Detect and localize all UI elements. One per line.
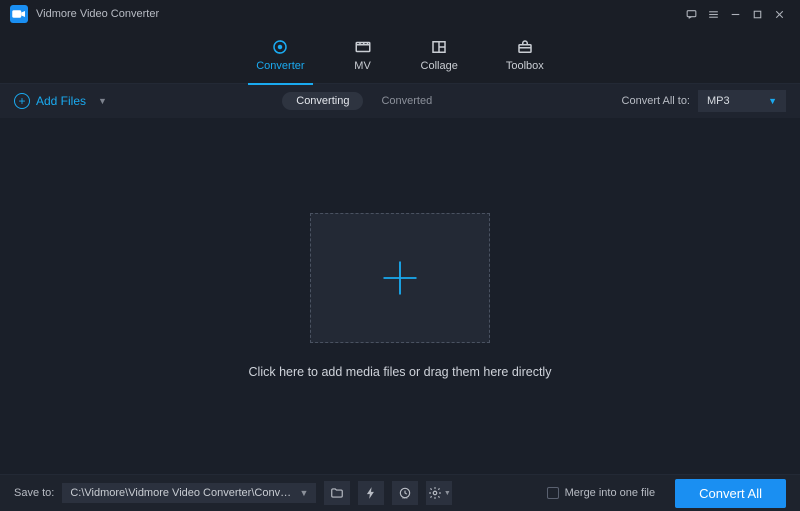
folder-icon (330, 486, 344, 500)
plus-icon (378, 256, 422, 300)
lightning-icon (364, 486, 378, 500)
tab-label: MV (354, 60, 371, 72)
tab-label: Collage (421, 60, 458, 72)
tab-mv[interactable]: MV (349, 34, 377, 78)
checkbox-box (547, 487, 559, 499)
mv-icon (353, 38, 373, 56)
segment-converted[interactable]: Converted (367, 92, 446, 110)
plus-circle-icon: + (14, 93, 30, 109)
add-files-label: Add Files (36, 94, 86, 108)
app-title: Vidmore Video Converter (36, 8, 159, 20)
save-to-label: Save to: (14, 487, 54, 499)
maximize-button[interactable] (746, 3, 768, 25)
convert-all-to-label: Convert All to: (622, 95, 690, 107)
convert-all-button[interactable]: Convert All (675, 479, 786, 508)
speed-icon: OFF (398, 486, 412, 500)
svg-text:OFF: OFF (402, 496, 408, 500)
gear-icon (428, 486, 442, 500)
chevron-down-icon[interactable]: ▼ (98, 96, 107, 106)
chevron-down-icon: ▼ (299, 488, 308, 498)
add-files-button[interactable]: + Add Files ▼ (14, 93, 107, 109)
add-media-dropzone[interactable] (310, 213, 490, 343)
settings-button[interactable]: ▼ (426, 481, 452, 505)
chevron-down-icon: ▼ (444, 490, 451, 497)
status-segment: Converting Converted (282, 92, 446, 110)
convert-all-to-group: Convert All to: MP3 ▼ (622, 90, 786, 112)
merge-label: Merge into one file (565, 487, 656, 499)
save-path-select[interactable]: C:\Vidmore\Vidmore Video Converter\Conve… (62, 483, 316, 503)
collage-icon (429, 38, 449, 56)
segment-converting[interactable]: Converting (282, 92, 363, 110)
toolbar: + Add Files ▼ Converting Converted Conve… (0, 84, 800, 118)
bottom-bar: Save to: C:\Vidmore\Vidmore Video Conver… (0, 474, 800, 511)
title-bar: Vidmore Video Converter (0, 0, 800, 28)
minimize-button[interactable] (724, 3, 746, 25)
high-speed-button[interactable]: OFF (392, 481, 418, 505)
converter-icon (270, 38, 290, 56)
menu-button[interactable] (702, 3, 724, 25)
feedback-button[interactable] (680, 3, 702, 25)
toolbox-icon (515, 38, 535, 56)
logo-camera-icon (10, 5, 28, 23)
tab-converter[interactable]: Converter (252, 34, 308, 78)
save-path-value: C:\Vidmore\Vidmore Video Converter\Conve… (70, 487, 293, 499)
output-format-select[interactable]: MP3 ▼ (698, 90, 786, 112)
chevron-down-icon: ▼ (768, 96, 777, 106)
merge-checkbox[interactable]: Merge into one file (547, 487, 656, 499)
main-area: Click here to add media files or drag th… (0, 118, 800, 474)
tab-toolbox[interactable]: Toolbox (502, 34, 548, 78)
open-folder-button[interactable] (324, 481, 350, 505)
tab-label: Converter (256, 60, 304, 72)
hardware-accel-button[interactable] (358, 481, 384, 505)
app-logo (10, 5, 28, 23)
main-nav: Converter MV Collage Toolbox (0, 28, 800, 84)
dropzone-hint: Click here to add media files or drag th… (249, 365, 552, 379)
close-button[interactable] (768, 3, 790, 25)
tab-label: Toolbox (506, 60, 544, 72)
output-format-value: MP3 (707, 95, 730, 107)
tab-collage[interactable]: Collage (417, 34, 462, 78)
